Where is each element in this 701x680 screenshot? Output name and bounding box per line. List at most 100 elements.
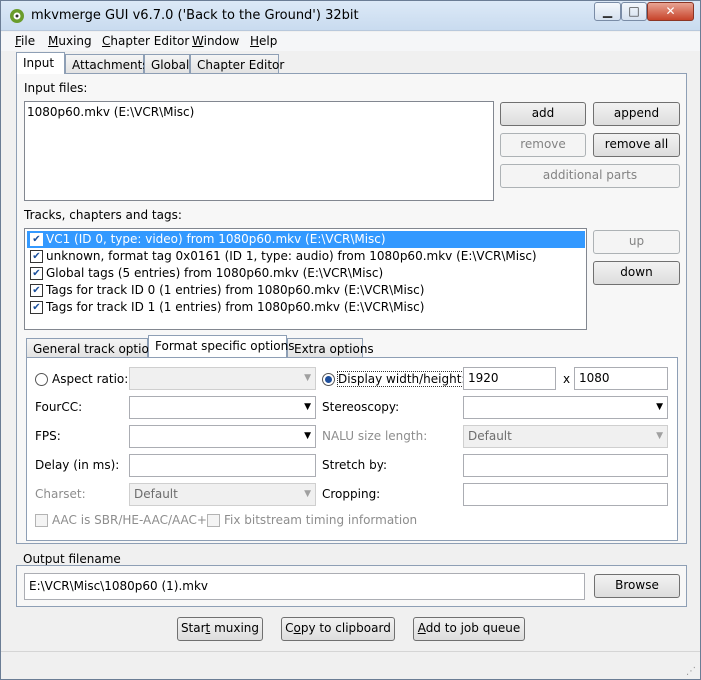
fix-bitstream-checkbox[interactable] <box>207 514 220 527</box>
menu-muxing-label: uxing <box>58 34 92 48</box>
window-title: mkvmerge GUI v6.7.0 ('Back to the Ground… <box>31 8 359 23</box>
stretch-label: Stretch by: <box>322 458 387 472</box>
delay-input[interactable] <box>129 454 316 477</box>
track-label: unknown, format tag 0x0161 (ID 1, type: … <box>46 249 537 263</box>
append-button[interactable]: append <box>593 102 680 126</box>
menu-help[interactable]: Help <box>250 34 277 48</box>
track-label: VC1 (ID 0, type: video) from 1080p60.mkv… <box>46 232 386 246</box>
tab-extra-options[interactable]: Extra options <box>287 338 374 358</box>
fourcc-combo[interactable]: ▼ <box>129 396 316 419</box>
menu-file[interactable]: File <box>15 34 35 48</box>
chevron-down-icon: ▼ <box>656 402 663 412</box>
output-group: E:\VCR\Misc\1080p60 (1).mkv Browse <box>16 565 687 607</box>
add-button[interactable]: add <box>500 102 586 126</box>
queue-text-rest: dd to job queue <box>425 621 521 635</box>
cropping-label: Cropping: <box>322 487 381 501</box>
input-files-label: Input files: <box>24 81 88 95</box>
track-item[interactable]: ✔ Tags for track ID 1 (1 entries) from 10… <box>27 299 585 316</box>
nalu-size-combo[interactable]: Default ▼ <box>463 425 668 448</box>
checkbox-checked-icon[interactable]: ✔ <box>30 233 43 246</box>
charset-label: Charset: <box>35 487 86 501</box>
chevron-down-icon: ▼ <box>304 373 311 383</box>
additional-parts-button[interactable]: additional parts <box>500 164 680 188</box>
stretch-input[interactable] <box>463 454 668 477</box>
track-item[interactable]: ✔ Global tags (5 entries) from 1080p60.mk… <box>27 265 585 282</box>
menu-help-label: elp <box>259 34 278 48</box>
add-to-job-queue-button[interactable]: Add to job queue <box>413 617 525 641</box>
browse-button[interactable]: Browse <box>594 574 680 598</box>
tab-general-track-options[interactable]: General track options <box>26 338 163 358</box>
aac-sbr-label: AAC is SBR/HE-AAC/AAC+ <box>52 513 207 527</box>
nalu-size-value: Default <box>468 429 512 443</box>
fourcc-label: FourCC: <box>35 400 83 414</box>
track-item[interactable]: ✔ Tags for track ID 0 (1 entries) from 10… <box>27 282 585 299</box>
title-bar: mkvmerge GUI v6.7.0 ('Back to the Ground… <box>1 1 700 31</box>
chevron-down-icon: ▼ <box>656 431 663 441</box>
start-muxing-text-rest: muxing <box>210 621 260 635</box>
menu-chapter-editor[interactable]: Chapter Editor <box>102 34 189 48</box>
aspect-ratio-combo[interactable]: ▼ <box>129 367 316 390</box>
copy-text-rest: py to clipboard <box>300 621 391 635</box>
cropping-input[interactable] <box>463 483 668 506</box>
menu-muxing-accel: M <box>48 34 59 48</box>
up-button[interactable]: up <box>593 230 680 254</box>
queue-accel: A <box>417 621 426 635</box>
remove-button[interactable]: remove <box>500 133 586 157</box>
app-icon <box>10 9 24 23</box>
menu-window[interactable]: Window <box>192 34 239 48</box>
down-button[interactable]: down <box>593 261 680 285</box>
checkbox-checked-icon[interactable]: ✔ <box>30 267 43 280</box>
track-item[interactable]: ✔ VC1 (ID 0, type: video) from 1080p60.mk… <box>27 231 585 248</box>
tab-global[interactable]: Global <box>144 54 190 74</box>
display-width-input[interactable]: 1920 <box>463 367 556 390</box>
tracks-list[interactable]: ✔ VC1 (ID 0, type: video) from 1080p60.mk… <box>24 228 587 330</box>
display-wh-radio[interactable] <box>322 373 335 386</box>
checkbox-checked-icon[interactable]: ✔ <box>30 250 43 263</box>
checkbox-checked-icon[interactable]: ✔ <box>30 284 43 297</box>
minimize-button[interactable]: ▁ <box>594 2 621 21</box>
start-muxing-text: Star <box>180 621 206 635</box>
aac-sbr-checkbox[interactable] <box>35 514 48 527</box>
app-window: mkvmerge GUI v6.7.0 ('Back to the Ground… <box>0 0 701 680</box>
fps-combo[interactable]: ▼ <box>129 425 316 448</box>
track-item[interactable]: ✔ unknown, format tag 0x0161 (ID 1, type:… <box>27 248 585 265</box>
chevron-down-icon: ▼ <box>304 402 311 412</box>
aspect-ratio-radio[interactable] <box>35 373 48 386</box>
resize-grip-icon[interactable]: ⋰ <box>686 666 696 677</box>
output-filename-input[interactable]: E:\VCR\Misc\1080p60 (1).mkv <box>24 573 585 600</box>
nalu-size-label: NALU size length: <box>322 429 428 443</box>
display-wh-label: Display width/height: <box>336 371 467 387</box>
display-height-input[interactable]: 1080 <box>574 367 668 390</box>
menu-window-label: indow <box>203 34 240 48</box>
fix-bitstream-label: Fix bitstream timing information <box>224 513 418 527</box>
tab-attachments[interactable]: Attachments <box>65 54 149 74</box>
menu-file-label: ile <box>21 34 36 48</box>
aspect-ratio-label: Aspect ratio: <box>52 372 129 386</box>
menu-chapter-label: hapter Editor <box>110 34 190 48</box>
menu-help-accel: H <box>250 34 260 48</box>
menu-bar: File Muxing Chapter Editor Window Help <box>1 32 700 51</box>
tracks-label: Tracks, chapters and tags: <box>24 208 182 222</box>
track-label: Tags for track ID 0 (1 entries) from 108… <box>46 283 425 297</box>
tab-input[interactable]: Input <box>16 52 65 74</box>
copy-to-clipboard-button[interactable]: Copy to clipboard <box>281 617 395 641</box>
charset-value: Default <box>134 487 178 501</box>
tab-chapter-editor[interactable]: Chapter Editor <box>190 54 284 74</box>
remove-all-button[interactable]: remove all <box>593 133 680 157</box>
output-filename-label: Output filename <box>23 552 121 566</box>
stereoscopy-combo[interactable]: ▼ <box>463 396 668 419</box>
chevron-down-icon: ▼ <box>304 489 311 499</box>
charset-combo[interactable]: Default ▼ <box>129 483 316 506</box>
menu-muxing[interactable]: Muxing <box>48 34 92 48</box>
start-muxing-button[interactable]: Start muxing <box>177 617 263 641</box>
delay-label: Delay (in ms): <box>35 458 120 472</box>
close-button[interactable]: ✕ <box>647 2 694 21</box>
chevron-down-icon: ▼ <box>304 431 311 441</box>
checkbox-checked-icon[interactable]: ✔ <box>30 301 43 314</box>
input-tab-panel: Input files: 1080p60.mkv (E:\VCR\Misc) a… <box>16 73 687 544</box>
maximize-button[interactable]: □ <box>621 2 647 21</box>
tab-format-specific-options[interactable]: Format specific options <box>148 335 294 357</box>
input-file-item[interactable]: 1080p60.mkv (E:\VCR\Misc) <box>27 105 194 119</box>
menu-window-accel: W <box>192 34 204 48</box>
input-files-list[interactable]: 1080p60.mkv (E:\VCR\Misc) <box>24 101 494 201</box>
